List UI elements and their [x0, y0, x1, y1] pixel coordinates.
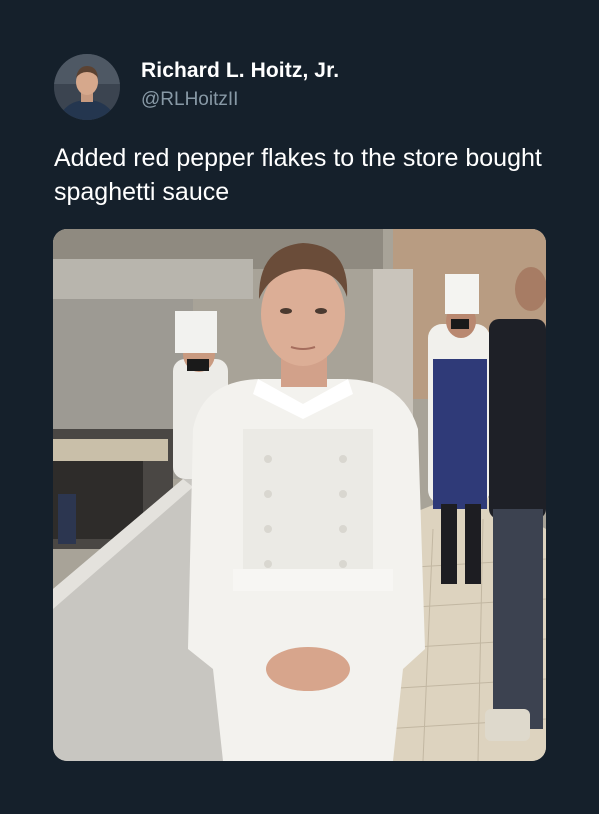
tweet-card: Richard L. Hoitz, Jr. @RLHoitzII Added r… — [0, 0, 599, 814]
author-info: Richard L. Hoitz, Jr. @RLHoitzII — [141, 58, 339, 112]
author-avatar[interactable] — [54, 54, 120, 120]
author-handle[interactable]: @RLHoitzII — [141, 88, 339, 112]
avatar-image — [54, 54, 120, 120]
tweet-text: Added red pepper flakes to the store bou… — [54, 144, 542, 206]
tweet-photo[interactable] — [53, 229, 546, 761]
photo-image — [53, 229, 546, 761]
author-display-name[interactable]: Richard L. Hoitz, Jr. — [141, 58, 339, 84]
